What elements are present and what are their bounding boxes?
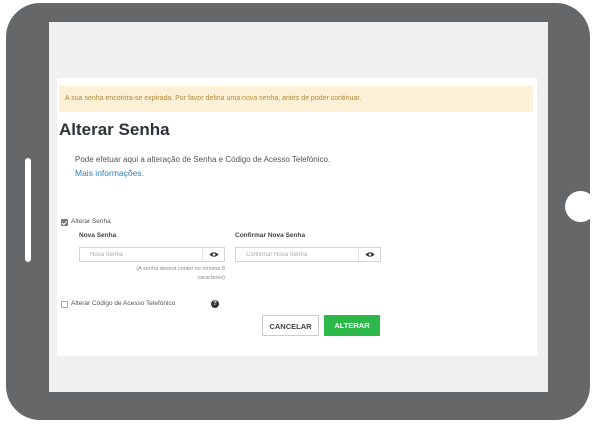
password-expired-alert: A sua senha encontra-se expirada. Por fa… bbox=[59, 86, 533, 112]
page-title: Alterar Senha bbox=[59, 120, 170, 139]
tablet-home-button bbox=[565, 191, 596, 222]
confirm-password-field bbox=[235, 247, 381, 262]
change-password-panel: A sua senha encontra-se expirada. Por fa… bbox=[57, 78, 537, 356]
change-phone-code-checkbox[interactable] bbox=[61, 301, 68, 308]
page-description: Pode efetuar aqui a alteração de Senha e… bbox=[75, 155, 331, 164]
eye-icon[interactable] bbox=[202, 248, 224, 261]
change-password-checkbox-label: Alterar Senha bbox=[71, 218, 111, 225]
new-password-input[interactable] bbox=[80, 248, 210, 261]
eye-icon[interactable] bbox=[358, 248, 380, 261]
more-info-link[interactable]: Mais informações. bbox=[75, 168, 144, 178]
confirm-password-input[interactable] bbox=[236, 248, 366, 261]
password-hint-line-2: caracteres) bbox=[197, 275, 225, 281]
password-hint-line-1: (A senha deverá conter no mínimo 8 bbox=[136, 266, 225, 272]
new-password-label: Nova Senha bbox=[79, 232, 117, 239]
password-length-hint: (A senha deverá conter no mínimo 8 carac… bbox=[117, 265, 225, 283]
new-password-field bbox=[79, 247, 225, 262]
change-phone-code-checkbox-label: Alterar Código de Acesso Telefónico bbox=[71, 300, 176, 307]
confirm-password-label: Confirmar Nova Senha bbox=[235, 232, 306, 239]
cancel-button[interactable]: CANCELAR bbox=[262, 315, 319, 336]
question-circle-icon[interactable]: ? bbox=[211, 300, 219, 308]
tablet-side-slot bbox=[25, 158, 31, 262]
change-password-checkbox[interactable] bbox=[61, 219, 68, 226]
submit-change-button[interactable]: ALTERAR bbox=[324, 315, 380, 336]
tablet-screen: A sua senha encontra-se expirada. Por fa… bbox=[49, 22, 548, 392]
